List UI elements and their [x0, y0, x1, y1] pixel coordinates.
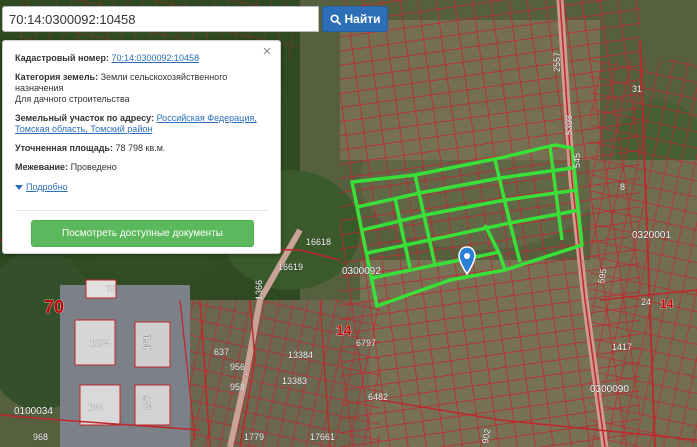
parcel-label: 17661: [310, 432, 335, 442]
parcel-label: 1254: [90, 338, 110, 348]
parcel-label: 545: [572, 153, 582, 168]
parcel-label: 75: [106, 284, 116, 294]
parcel-label: 16619: [278, 262, 303, 272]
divider: [15, 210, 268, 211]
parcel-label: 1417: [612, 342, 632, 352]
parcel-label: 13384: [288, 350, 313, 360]
area-row: Уточненная площадь: 78 798 кв.м.: [15, 143, 268, 154]
search-bar: Найти: [2, 6, 388, 32]
parcel-label: 6482: [368, 392, 388, 402]
parcel-label: 1779: [244, 432, 264, 442]
search-button-label: Найти: [344, 12, 381, 26]
address-label: Земельный участок по адресу:: [15, 113, 155, 123]
parcel-label: 31: [632, 84, 642, 94]
survey-label: Межевание:: [15, 162, 69, 172]
area-label: Уточненная площадь:: [15, 143, 113, 153]
address-row: Земельный участок по адресу: Российская …: [15, 113, 268, 135]
close-icon[interactable]: ×: [261, 44, 273, 59]
district-label: 70: [44, 297, 64, 317]
quarter-label: 0300090: [590, 384, 629, 395]
search-input[interactable]: [2, 6, 319, 32]
details-label: Подробно: [26, 182, 68, 192]
parcel-label: 24: [641, 297, 651, 307]
parcel-label: 5398: [564, 115, 574, 135]
survey-value: Проведено: [70, 162, 117, 172]
parcel-label: 16618: [306, 237, 331, 247]
parcel-label: 8: [620, 182, 625, 192]
parcel-label: 13383: [282, 376, 307, 386]
caret-down-icon: [15, 185, 23, 190]
parcel-label: 207: [142, 395, 152, 410]
district-label: 14: [660, 297, 674, 311]
search-button[interactable]: Найти: [322, 6, 388, 32]
details-toggle[interactable]: Подробно: [15, 182, 68, 193]
parcel-label: 968: [33, 432, 48, 442]
quarter-label: 0320001: [632, 230, 671, 241]
district-label: 14: [336, 322, 352, 338]
quarter-label: 0100034: [14, 406, 53, 417]
parcel-label: 1366: [254, 280, 264, 300]
parcel-label: 637: [214, 347, 229, 357]
cadastral-label: Кадастровый номер:: [15, 53, 109, 63]
parcel-label: 956: [230, 362, 245, 372]
parcel-label: 109: [88, 402, 103, 412]
parcel-label: 2557: [552, 52, 562, 72]
view-documents-button[interactable]: Посмотреть доступные документы: [31, 220, 254, 247]
category-row: Категория земель: Земли сельскохозяйстве…: [15, 72, 268, 105]
area-value: 78 798 кв.м.: [115, 143, 166, 153]
cadastral-row: Кадастровый номер: 70:14:0300092:10458: [15, 53, 268, 64]
land-use-value: Для дачного строительства: [15, 94, 130, 104]
parcel-label: 161: [142, 335, 152, 350]
cadastral-number-link[interactable]: 70:14:0300092:10458: [111, 53, 199, 63]
parcel-info-panel: × Кадастровый номер: 70:14:0300092:10458…: [2, 40, 281, 254]
search-icon: [329, 13, 341, 25]
survey-row: Межевание: Проведено: [15, 162, 268, 173]
parcel-label: 958: [230, 382, 245, 392]
category-label: Категория земель:: [15, 72, 99, 82]
quarter-label: 0300092: [342, 266, 381, 277]
parcel-label: 6797: [356, 338, 376, 348]
